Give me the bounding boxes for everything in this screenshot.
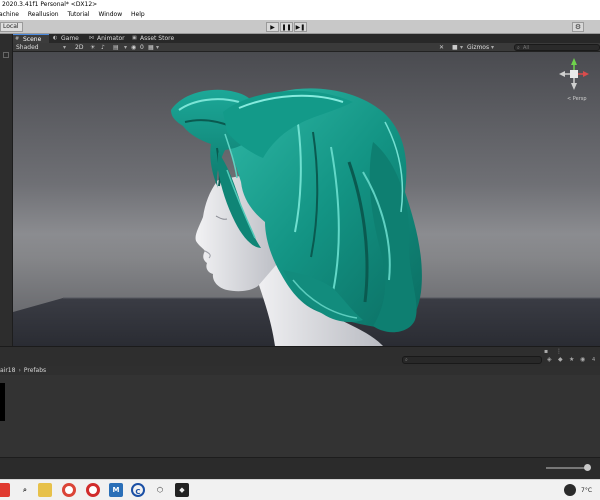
start-icon[interactable] [0, 483, 10, 497]
chrome-icon[interactable] [62, 483, 76, 497]
pause-icon: ❚❚ [281, 23, 292, 31]
label-filter-icon[interactable]: ◆ [558, 356, 563, 364]
chevron-down-icon[interactable]: ▾ [63, 44, 66, 51]
filter-type-icon[interactable]: ◈ [547, 356, 552, 364]
perspective-label[interactable]: < Persp [567, 96, 587, 102]
scene-icon: # [15, 36, 20, 42]
chevron-down-icon[interactable]: ▾ [491, 44, 494, 51]
tools-icon[interactable]: ✕ [439, 44, 444, 51]
project-assets-grid[interactable] [0, 375, 600, 457]
chevron-down-icon[interactable]: ▾ [124, 44, 127, 51]
lock-icon[interactable]: ▪ [544, 348, 548, 355]
temperature-readout[interactable]: 7°C [581, 480, 592, 500]
menu-item-reallusion[interactable]: Reallusion [28, 10, 59, 20]
draw-mode-dropdown[interactable]: Shaded [16, 43, 39, 52]
hidden-objects-icon[interactable]: ◉ [131, 44, 136, 51]
ccleaner-icon[interactable]: C [131, 483, 145, 497]
search-icon: ⌕ [405, 357, 408, 363]
game-icon: ◐ [53, 35, 58, 41]
tab-animator[interactable]: ⋈ Animator [87, 34, 131, 43]
audio-toggle-icon[interactable]: ♪ [101, 44, 105, 51]
tab-scene-label: Scene [23, 36, 42, 43]
2d-toggle[interactable]: 2D [75, 43, 83, 52]
maps-icon[interactable]: M [109, 483, 123, 497]
slider-handle[interactable] [584, 464, 591, 471]
tab-asset-store[interactable]: ▣ Asset Store [130, 34, 180, 43]
search-icon[interactable]: ⌕ [18, 483, 32, 497]
search-icon: ⌕ [517, 45, 520, 51]
file-explorer-icon[interactable] [38, 483, 52, 497]
star-favorite-icon[interactable]: ★ [569, 356, 574, 364]
breadcrumb-item-prefabs[interactable]: Prefabs [24, 367, 46, 374]
menu-item-help[interactable]: Help [131, 10, 145, 20]
animator-icon: ⋈ [89, 35, 94, 41]
lighting-toggle-icon[interactable]: ☀ [90, 44, 95, 51]
layer-count: 0 [140, 44, 144, 51]
camera-icon[interactable]: ■ [452, 44, 458, 51]
menu-item-tutorial[interactable]: Tutorial [67, 10, 89, 20]
menu-dots-icon[interactable]: ⋮ [556, 348, 562, 355]
breadcrumb: air18 › Prefabs [0, 366, 600, 375]
project-toolbar: ▪ ⋮ ⌕ ◈ ◆ ★ ◉ 4 [0, 346, 600, 366]
playback-controls: ▶ ❚❚ ▶❚ [266, 22, 308, 32]
asset-thumbnail[interactable] [0, 383, 5, 421]
menu-bar: achine Reallusion Tutorial Window Help [0, 10, 600, 20]
menu-item-gameobject[interactable]: achine [0, 10, 19, 20]
editor-tabs: # Scene ◐ Game ⋈ Animator ▣ Asset Store [13, 34, 600, 43]
scene-render [13, 58, 600, 346]
grid-icon[interactable]: ▦ [148, 44, 154, 51]
store-icon: ▣ [132, 35, 137, 41]
orientation-gizmo-icon [559, 58, 589, 90]
step-icon: ▶❚ [295, 23, 306, 31]
main-toolbar: Local ▶ ❚❚ ▶❚ ⚙ [0, 20, 600, 34]
scene-viewport[interactable]: < Persp [13, 52, 600, 346]
unity-hub-icon[interactable]: ◆ [175, 483, 189, 497]
panel-marker-icon[interactable] [3, 52, 9, 58]
opera-icon[interactable] [86, 483, 100, 497]
tab-scene[interactable]: # Scene [13, 34, 49, 43]
play-button[interactable]: ▶ [266, 22, 279, 32]
tab-asset-store-label: Asset Store [140, 35, 175, 42]
window-title: 2020.3.41f1 Personal* <DX12> [2, 1, 98, 8]
breadcrumb-item-folder[interactable]: air18 [0, 367, 15, 374]
gizmos-dropdown[interactable]: Gizmos [467, 43, 489, 52]
left-panel-strip [0, 34, 13, 346]
effects-icon[interactable]: ▤ [113, 44, 119, 51]
scene-view-toolbar: Shaded ▾ 2D ☀ ♪ ▤ ▾ ◉ 0 ▦ ▾ ✕ ■ ▾ Gizmos… [13, 43, 600, 52]
scene-search-input[interactable]: ⌕ All [514, 44, 600, 51]
step-button[interactable]: ▶❚ [294, 22, 307, 32]
scene-search-placeholder: All [523, 45, 530, 51]
project-footer [0, 457, 600, 479]
windows-taskbar: ⌕ M C ⬡ ◆ 7°C [0, 479, 600, 500]
pause-button[interactable]: ❚❚ [280, 22, 293, 32]
window-title-bar: 2020.3.41f1 Personal* <DX12> [0, 0, 600, 10]
chevron-down-icon[interactable]: ▾ [460, 44, 463, 51]
chevron-down-icon[interactable]: ▾ [156, 44, 159, 51]
badge-count: 4 [592, 357, 596, 363]
tab-game-label: Game [61, 35, 79, 42]
pivot-rotation-toggle[interactable]: Local [0, 22, 23, 32]
weather-icon[interactable] [564, 484, 576, 496]
visibility-icon[interactable]: ◉ [580, 356, 585, 364]
unity-editor-window: 2020.3.41f1 Personal* <DX12> achine Real… [0, 0, 600, 500]
settings-gear-icon[interactable]: ⚙ [572, 22, 584, 32]
breadcrumb-separator-icon: › [18, 367, 21, 374]
unity-icon[interactable]: ⬡ [153, 483, 167, 497]
play-icon: ▶ [270, 23, 275, 31]
menu-item-window[interactable]: Window [98, 10, 122, 20]
pivot-label: Local [3, 23, 19, 30]
tab-animator-label: Animator [97, 35, 125, 42]
tab-game[interactable]: ◐ Game [51, 34, 85, 43]
project-search-input[interactable]: ⌕ [402, 356, 542, 364]
